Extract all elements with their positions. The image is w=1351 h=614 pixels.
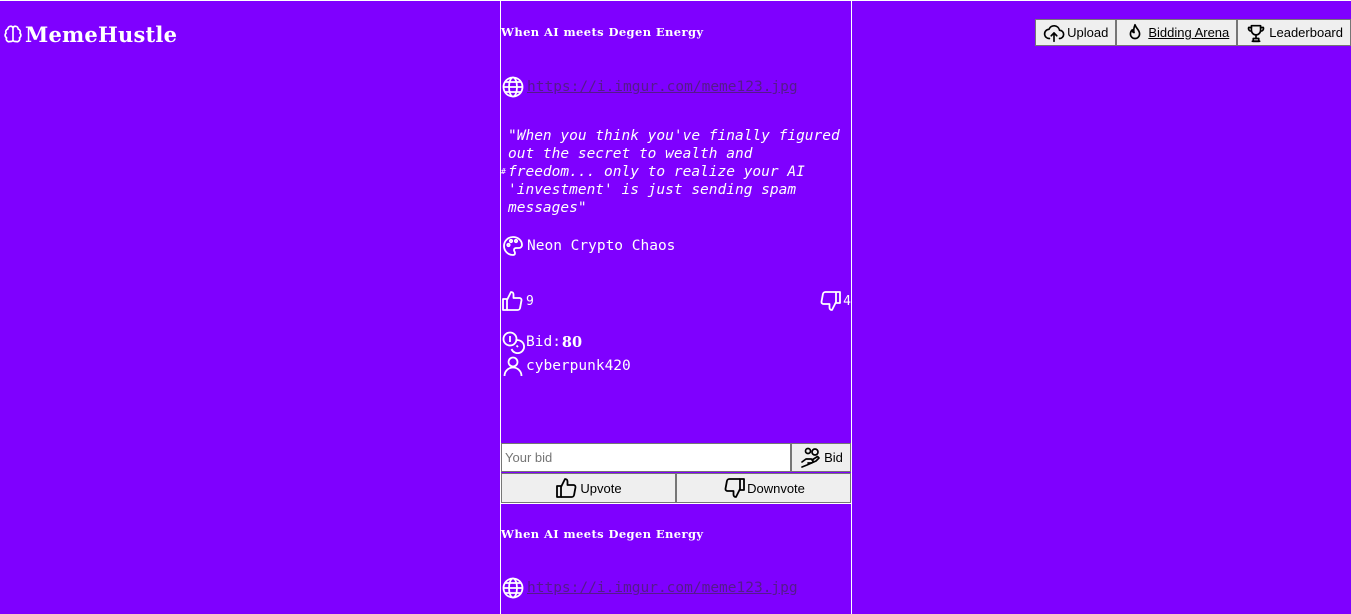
vibe-label: Neon Crypto Chaos bbox=[527, 238, 676, 254]
thumbs-up-icon bbox=[502, 291, 523, 311]
bid-button[interactable]: Bid bbox=[791, 443, 851, 472]
current-bid: Bid: 80 bbox=[501, 330, 582, 354]
meme-vibe: Neon Crypto Chaos bbox=[501, 234, 675, 258]
flame-icon bbox=[1129, 23, 1141, 39]
palette-icon bbox=[503, 236, 523, 256]
trophy-icon bbox=[1247, 24, 1265, 42]
upload-cloud-icon bbox=[1043, 24, 1065, 42]
upvote-button-label: Upvote bbox=[580, 480, 622, 496]
leaderboard-label: Leaderboard bbox=[1269, 25, 1343, 40]
globe-icon bbox=[502, 76, 524, 98]
hand-coins-icon bbox=[801, 447, 820, 468]
vote-actions: Upvote Downvote bbox=[501, 473, 851, 503]
upvote-number: 9 bbox=[526, 293, 534, 309]
top-nav: Upload Bidding Arena Leaderboard bbox=[1035, 19, 1351, 46]
meme-card: When AI meets Degen Energy https://i.img… bbox=[500, 503, 852, 614]
meme-title: When AI meets Degen Energy bbox=[501, 527, 704, 541]
upload-button[interactable]: Upload bbox=[1035, 19, 1117, 46]
globe-icon bbox=[502, 577, 524, 599]
meme-url-row: https://i.imgur.com/meme123.jpg bbox=[501, 75, 798, 99]
upvote-button[interactable]: Upvote bbox=[501, 473, 676, 503]
upload-label: Upload bbox=[1067, 25, 1109, 40]
upvote-count: 9 bbox=[501, 289, 534, 313]
app-logo[interactable]: MemeHustle bbox=[2, 22, 177, 47]
leaderboard-button[interactable]: Leaderboard bbox=[1237, 19, 1351, 46]
meme-card: When AI meets Degen Energy https://i.img… bbox=[500, 0, 852, 504]
meme-feed: When AI meets Degen Energy https://i.img… bbox=[500, 0, 852, 614]
bidding-arena-label: Bidding Arena bbox=[1148, 25, 1230, 40]
thumbs-down-icon bbox=[820, 291, 842, 311]
bid-button-label: Bid bbox=[824, 450, 843, 465]
downvote-button-label: Downvote bbox=[747, 480, 805, 496]
meme-caption: "When you think you've finally figured o… bbox=[508, 128, 840, 216]
vote-counts: 9 4 bbox=[501, 289, 851, 315]
coins-icon bbox=[502, 331, 525, 354]
meme-image-link[interactable]: https://i.imgur.com/meme123.jpg bbox=[527, 580, 798, 596]
bid-label: Bid: bbox=[526, 334, 561, 350]
thumbs-up-icon bbox=[556, 478, 577, 498]
brain-icon bbox=[4, 25, 22, 42]
meme-image-link[interactable]: https://i.imgur.com/meme123.jpg bbox=[527, 79, 798, 95]
meme-title: When AI meets Degen Energy bbox=[501, 25, 704, 39]
bidding-arena-button[interactable]: Bidding Arena bbox=[1116, 19, 1238, 46]
thumbs-down-icon bbox=[724, 478, 745, 498]
meme-url-row: https://i.imgur.com/meme123.jpg bbox=[501, 576, 798, 600]
bid-form: Bid bbox=[501, 443, 851, 472]
bid-value: 80 bbox=[561, 333, 583, 351]
downvote-count: 4 bbox=[818, 289, 851, 313]
downvote-number: 4 bbox=[843, 293, 851, 309]
downvote-button[interactable]: Downvote bbox=[676, 473, 851, 503]
user-icon bbox=[503, 356, 523, 377]
bid-input[interactable] bbox=[501, 443, 791, 472]
caption-marker: # bbox=[501, 167, 506, 176]
owner-name: cyberpunk420 bbox=[526, 358, 631, 374]
meme-owner: cyberpunk420 bbox=[501, 354, 631, 378]
app-name: MemeHustle bbox=[25, 22, 178, 47]
